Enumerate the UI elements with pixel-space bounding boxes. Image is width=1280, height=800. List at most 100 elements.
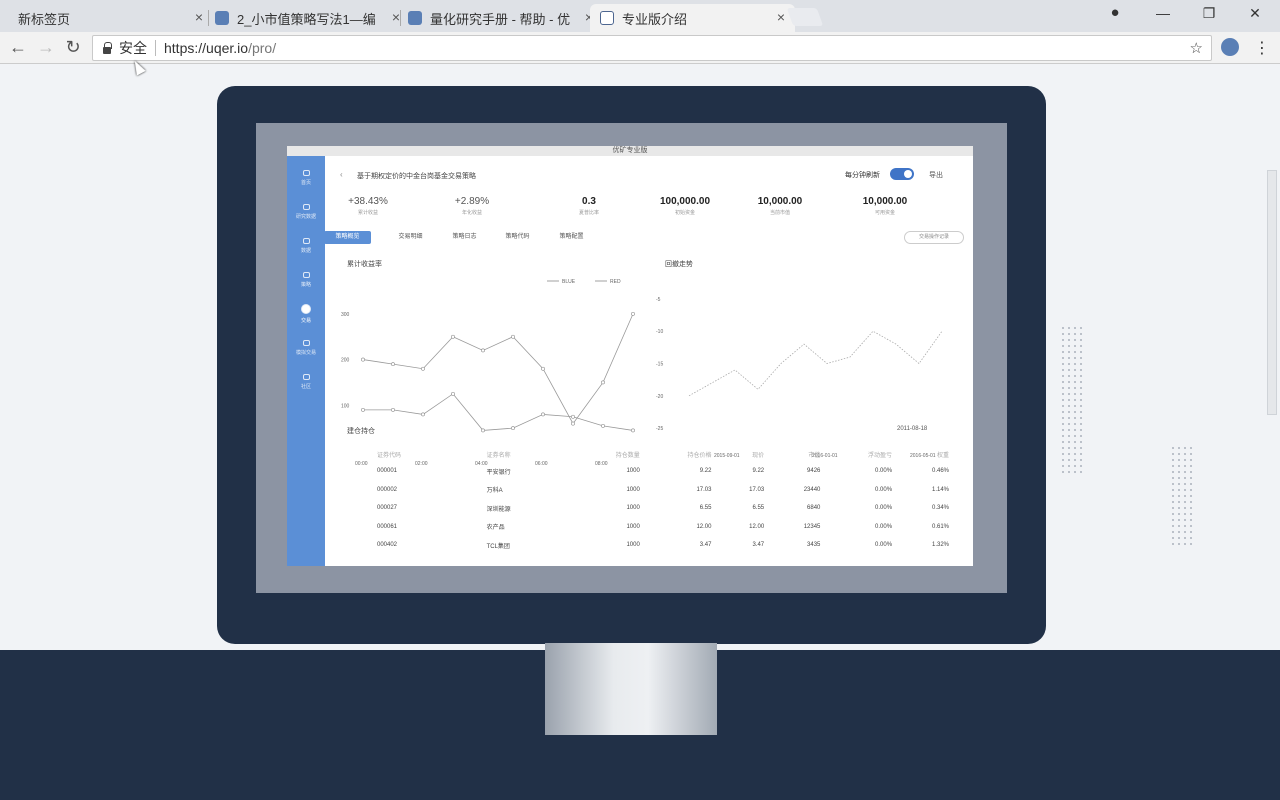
table-row[interactable]: 000002 万科A 1000 17.03 17.03 23440 0.00% 1.14%: [359, 481, 959, 500]
table-cell: 6840: [807, 505, 821, 512]
y-tick-label: -15: [656, 362, 663, 368]
bookmark-star-icon[interactable]: ☆: [1190, 39, 1203, 57]
restore-button[interactable]: ❐: [1199, 5, 1219, 22]
table-cell: 6.55: [699, 505, 712, 512]
app-titlebar: 优矿专业版: [287, 146, 973, 156]
lock-icon: [103, 41, 112, 54]
uqer-favicon-icon: [408, 11, 422, 25]
table-cell: 0.00%: [875, 505, 893, 512]
table-cell: 1000: [626, 542, 640, 549]
profile-icon[interactable]: ●: [1105, 4, 1125, 21]
kpi-sharpe: 0.3 夏普比率: [544, 196, 634, 216]
column-header: 现价: [752, 452, 765, 459]
table-cell: 0.00%: [875, 523, 893, 530]
table-cell: 1.14%: [931, 486, 949, 493]
tab-title: 专业版介绍: [622, 11, 688, 27]
tab-title: 量化研究手册 - 帮助 - 优: [430, 11, 571, 27]
table-cell: 17.03: [749, 486, 765, 493]
tab-pro-intro[interactable]: 专业版介绍 ×: [590, 4, 795, 32]
table-cell: 农产品: [486, 525, 505, 532]
tab-help[interactable]: 量化研究手册 - 帮助 - 优 ×: [398, 4, 603, 32]
minimize-button[interactable]: —: [1153, 5, 1173, 21]
subtab-config[interactable]: 策略配置: [549, 231, 594, 244]
table-row[interactable]: 000001 平安银行 1000 9.22 9.22 9426 0.00% 0.46%: [359, 462, 959, 481]
y-tick-label: -5: [656, 297, 661, 303]
column-header: 证券名称: [486, 452, 511, 459]
tab-title: 新标签页: [18, 11, 71, 27]
sidebar-item-strategy[interactable]: 策略: [287, 272, 325, 288]
export-button[interactable]: 导出: [929, 170, 943, 180]
sidebar-label: 社区: [300, 384, 311, 390]
sidebar-item-trade[interactable]: 交易: [287, 304, 325, 324]
browser-toolbar: ← → ↻ 安全 https://uqer.io/pro/ ☆ ⋮: [0, 32, 1280, 64]
new-tab-button[interactable]: [786, 8, 824, 26]
y-tick-label: 100: [341, 403, 350, 409]
extension-icon[interactable]: [1221, 38, 1239, 56]
tab-title: 2_小市值策略写法1—编: [237, 11, 376, 27]
address-bar[interactable]: 安全 https://uqer.io/pro/ ☆: [92, 35, 1212, 61]
table-cell: 3435: [807, 542, 821, 549]
table-row[interactable]: 000027 深圳能源 1000 6.55 6.55 6840 0.00% 0.34%: [359, 499, 959, 518]
table-cell: 1000: [626, 486, 640, 493]
back-button[interactable]: ←: [7, 37, 29, 58]
holdings-date[interactable]: 2011-08-18: [897, 426, 927, 432]
legend-label: BLUE: [562, 279, 576, 285]
column-header: 权重: [936, 452, 949, 459]
back-arrow-icon[interactable]: ‹: [340, 170, 343, 179]
page-scrollbar[interactable]: [1267, 170, 1277, 415]
table-row[interactable]: 000061 农产品 1000 12.00 12.00 12345 0.00% 0.61%: [359, 518, 959, 537]
table-cell: 0.00%: [875, 468, 893, 475]
sidebar-item-home[interactable]: 首页: [287, 170, 325, 186]
sidebar-item-simulation[interactable]: 模拟交易: [287, 340, 325, 356]
forward-button[interactable]: →: [35, 37, 57, 58]
data-point: [421, 412, 425, 417]
window-close-button[interactable]: ✕: [1245, 5, 1265, 22]
kpi-label: 累计收益: [357, 210, 378, 216]
data-point: [511, 426, 515, 431]
kpi-value: +38.43%: [348, 196, 388, 207]
column-header: 市值: [808, 452, 821, 459]
tab-new-tab[interactable]: 新标签页 ×: [8, 4, 213, 32]
table-cell: 9.22: [699, 468, 712, 475]
kpi-market-value: 10,000.00 当前市值: [735, 196, 825, 216]
sidebar-label: 模拟交易: [295, 350, 316, 356]
holdings-table: 证券代码 证券名称 持仓数量 持仓价格 现价 市值 浮动盈亏 权重 000001…: [359, 446, 959, 555]
data-point: [571, 421, 575, 426]
auto-refresh-toggle[interactable]: [890, 168, 914, 180]
kpi-label: 夏普比率: [578, 210, 599, 216]
close-icon[interactable]: ×: [195, 9, 203, 25]
table-cell: 17.03: [696, 486, 712, 493]
kpi-label: 初始资金: [674, 210, 695, 216]
sidebar-item-research[interactable]: 研究数据: [287, 204, 325, 220]
sidebar-item-community[interactable]: 社区: [287, 374, 325, 390]
subtab-log[interactable]: 策略日志: [442, 231, 487, 244]
subtab-trades[interactable]: 交易明细: [388, 231, 433, 244]
data-point: [421, 366, 425, 371]
kpi-cumulative-return: +38.43% 累计收益: [323, 196, 413, 216]
holdings-title: 建仓持仓: [347, 428, 375, 435]
menu-icon[interactable]: ⋮: [1252, 38, 1272, 58]
tab-strategy[interactable]: 2_小市值策略写法1—编 ×: [205, 4, 410, 32]
data-point: [541, 366, 545, 371]
subtab-overview[interactable]: 策略概览: [324, 231, 371, 244]
reload-button[interactable]: ↻: [62, 37, 84, 58]
table-cell: 0.34%: [931, 505, 949, 512]
trade-records-button[interactable]: 交易操作记录: [904, 231, 964, 244]
close-icon[interactable]: ×: [777, 9, 785, 25]
home-icon: [302, 170, 310, 176]
community-icon: [302, 374, 310, 380]
table-cell: 9426: [807, 468, 821, 475]
url-host: uqer.io: [206, 40, 249, 56]
table-row[interactable]: 000402 TCL集团 1000 3.47 3.47 3435 0.00% 1.32%: [359, 536, 959, 555]
table-cell: 12.00: [696, 523, 712, 530]
sidebar-label: 数据: [300, 248, 311, 254]
url-path: /pro/: [248, 40, 277, 56]
secure-label: 安全: [119, 40, 147, 56]
data-point: [631, 311, 635, 316]
subtab-code[interactable]: 策略代码: [495, 231, 540, 244]
drawdown-title: 回撤走势: [665, 261, 693, 268]
decorative-dots: [1060, 325, 1084, 475]
sidebar-item-data[interactable]: 数据: [287, 238, 325, 254]
kpi-value: 0.3: [582, 196, 596, 207]
kpi-label: 可用资金: [874, 210, 895, 216]
